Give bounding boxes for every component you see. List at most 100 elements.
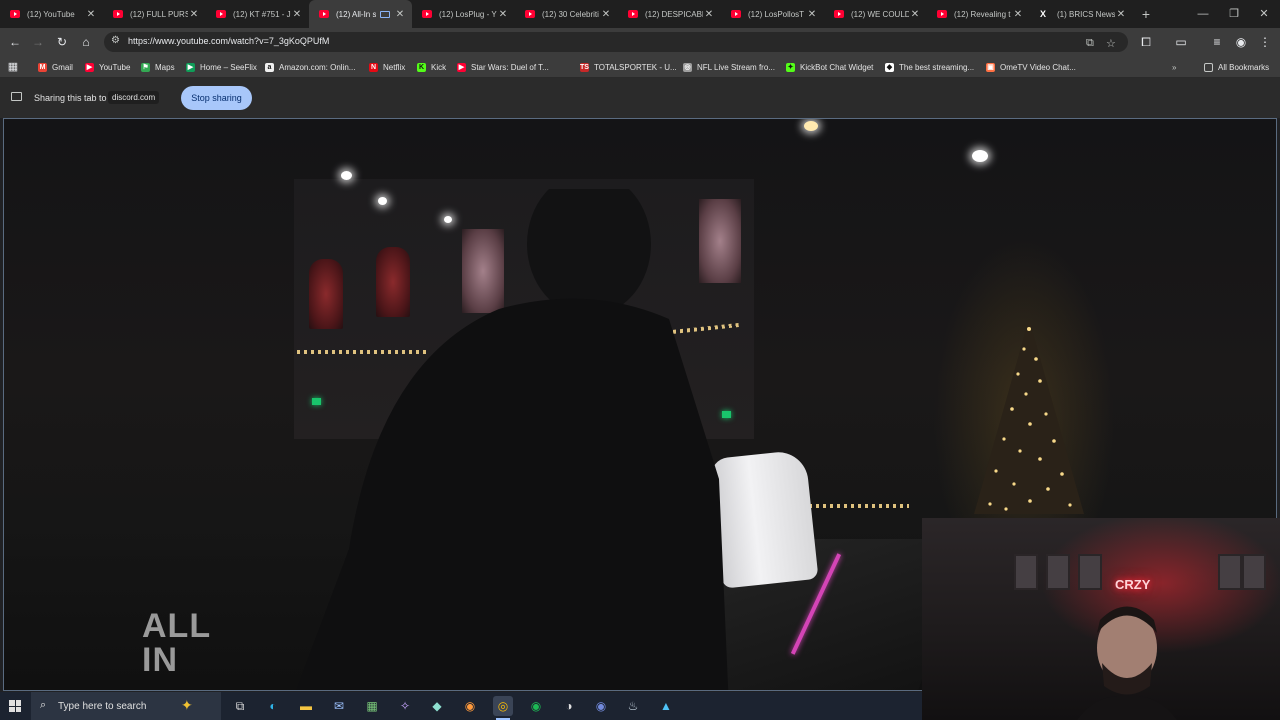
- close-tab-icon[interactable]: ✕: [85, 9, 97, 20]
- bookmark-label: Netflix: [383, 62, 406, 72]
- app-11-icon[interactable]: ◉: [591, 696, 611, 716]
- close-tab-icon[interactable]: ✕: [291, 9, 303, 20]
- bookmark-item[interactable]: N Netflix: [369, 61, 405, 73]
- bookmark-favicon-icon: ✦: [786, 62, 795, 72]
- windows-start-icon[interactable]: [9, 700, 21, 712]
- stop-sharing-button[interactable]: Stop sharing: [181, 86, 252, 110]
- bookmark-item[interactable]: M Gmail: [38, 61, 73, 73]
- wall-poster: [1046, 554, 1070, 590]
- spotify-icon[interactable]: ◉: [526, 696, 546, 716]
- tab-6[interactable]: (12) DESPICABL ✕: [618, 0, 721, 28]
- tab-3[interactable]: (12) All-In s ✕: [309, 0, 412, 28]
- edge-icon[interactable]: ◐: [263, 696, 283, 716]
- bookmark-favicon-icon: ▣: [986, 62, 995, 72]
- close-tab-icon[interactable]: ✕: [394, 9, 406, 20]
- bookmark-item[interactable]: ▣ OmeTV Video Chat...: [986, 61, 1076, 73]
- tab-1[interactable]: (12) FULL PURSU✕: [103, 0, 206, 28]
- tab-2[interactable]: (12) KT #751 - J ✕: [206, 0, 309, 28]
- chrome-icon[interactable]: ◎: [493, 696, 513, 720]
- address-bar[interactable]: ⚙ https://www.youtube.com/watch?v=7_3gKo…: [104, 32, 1128, 52]
- bookmark-favicon-icon: TS: [580, 62, 589, 72]
- task-view-icon[interactable]: ⧉: [230, 696, 250, 716]
- youtube-icon: [731, 10, 741, 18]
- logo-line-1: ALL: [142, 607, 212, 645]
- bookmark-favicon-icon: ▶: [186, 62, 195, 72]
- home-icon[interactable]: ⌂: [77, 33, 95, 51]
- close-tab-icon[interactable]: ✕: [1012, 9, 1024, 20]
- tab-title: (1) BRICS News: [1057, 9, 1115, 19]
- close-tab-icon[interactable]: ✕: [600, 9, 612, 20]
- bookmark-item[interactable]: ⚑ Maps: [141, 61, 175, 73]
- bookmark-item[interactable]: ◎ NFL Live Stream fro...: [683, 61, 775, 73]
- steam-icon[interactable]: ♨: [623, 696, 643, 716]
- tab-8[interactable]: (12) WE COULD ✕: [824, 0, 927, 28]
- media-controls-icon[interactable]: ≡: [1208, 33, 1226, 51]
- ceiling-light: [972, 150, 988, 162]
- app-5-icon[interactable]: ✧: [395, 696, 415, 716]
- close-tab-icon[interactable]: ✕: [806, 9, 818, 20]
- bookmark-item[interactable]: TS TOTALSPORTEK - U...: [580, 61, 677, 73]
- close-window-button[interactable]: ✕: [1249, 0, 1279, 28]
- tab-7[interactable]: (12) LosPollosT ✕: [721, 0, 824, 28]
- bookmark-label: TOTALSPORTEK - U...: [594, 62, 677, 72]
- reload-icon[interactable]: ↻: [53, 33, 71, 51]
- bookmark-item[interactable]: ▶ Star Wars: Duel of T...: [457, 61, 549, 73]
- bookmark-item[interactable]: ✦ KickBot Chat Widget: [786, 61, 873, 73]
- tab-0[interactable]: (12) YouTube ✕: [0, 0, 103, 28]
- minimize-button[interactable]: —: [1188, 0, 1218, 28]
- extensions-icon[interactable]: ⧠: [1137, 33, 1155, 51]
- youtube-icon: [10, 10, 20, 18]
- bookmark-favicon-icon: ▶: [457, 62, 466, 72]
- bookmark-item[interactable]: K Kick: [417, 61, 446, 73]
- app-10-icon[interactable]: ◑: [559, 696, 579, 716]
- bookmark-favicon-icon: K: [417, 62, 426, 72]
- firefox-icon[interactable]: ◉: [460, 696, 480, 716]
- tab-title: (12) LosPollosT: [748, 9, 805, 19]
- back-icon[interactable]: ←: [6, 33, 24, 51]
- tab-4[interactable]: (12) LosPlug - Y ✕: [412, 0, 515, 28]
- app-13-icon[interactable]: ▲: [656, 696, 676, 716]
- search-placeholder: Type here to search: [58, 701, 147, 712]
- bookmark-item[interactable]: ◆ The best streaming...: [885, 61, 974, 73]
- url-text[interactable]: https://www.youtube.com/watch?v=7_3gKoQP…: [128, 36, 329, 46]
- sidepanel-icon[interactable]: ▭: [1172, 33, 1190, 51]
- menu-icon[interactable]: ⋮: [1256, 33, 1274, 51]
- tab-5[interactable]: (12) 30 Celebriti ✕: [515, 0, 618, 28]
- apps-grid-icon[interactable]: ▦: [4, 58, 22, 76]
- profile-icon[interactable]: ◉: [1232, 33, 1250, 51]
- close-tab-icon[interactable]: ✕: [909, 9, 921, 20]
- install-icon[interactable]: ⧉: [1086, 37, 1094, 50]
- youtube-icon: [525, 10, 535, 18]
- forward-icon[interactable]: →: [29, 33, 47, 51]
- app-6-icon[interactable]: ◆: [427, 696, 447, 716]
- close-tab-icon[interactable]: ✕: [703, 9, 715, 20]
- file-explorer-icon[interactable]: ▬: [296, 696, 316, 716]
- mail-icon[interactable]: ✉: [329, 696, 349, 716]
- x-icon: X: [1040, 9, 1047, 19]
- bookmark-favicon-icon: ▶: [85, 62, 94, 72]
- tab-list: (12) YouTube✕(12) FULL PURSU✕(12) KT #75…: [0, 0, 1133, 28]
- all-bookmarks[interactable]: All Bookmarks: [1204, 61, 1269, 73]
- tab-9[interactable]: (12) Revealing t ✕: [927, 0, 1030, 28]
- site-info-icon[interactable]: ⚙: [111, 35, 120, 46]
- bookmark-item[interactable]: ▶ YouTube: [85, 61, 130, 73]
- bookmark-favicon-icon: ⚑: [141, 62, 150, 72]
- new-tab-button[interactable]: +: [1133, 6, 1159, 22]
- tab-title: (12) KT #751 - J: [233, 9, 291, 19]
- bookmark-favicon-icon: N: [369, 62, 378, 72]
- close-tab-icon[interactable]: ✕: [188, 9, 200, 20]
- tab-title: (12) 30 Celebriti: [542, 9, 599, 19]
- more-bookmarks-icon[interactable]: »: [1172, 61, 1176, 73]
- bookmark-item[interactable]: a Amazon.com: Onlin...: [265, 61, 355, 73]
- close-tab-icon[interactable]: ✕: [497, 9, 509, 20]
- bookmark-star-icon[interactable]: ☆: [1106, 37, 1116, 50]
- restore-button[interactable]: ❐: [1219, 0, 1249, 28]
- close-tab-icon[interactable]: ✕: [1115, 9, 1127, 20]
- sparkle-icon: ✦: [181, 697, 193, 713]
- tab-title: (12) LosPlug - Y: [439, 9, 497, 19]
- taskbar-search[interactable]: ⌕ Type here to search ✦: [31, 692, 221, 720]
- wall-poster: [1014, 554, 1038, 590]
- bookmark-item[interactable]: ▶ Home – SeeFlix: [186, 61, 257, 73]
- tab-10[interactable]: X (1) BRICS News ✕: [1030, 0, 1133, 28]
- calculator-icon[interactable]: ▦: [362, 696, 382, 716]
